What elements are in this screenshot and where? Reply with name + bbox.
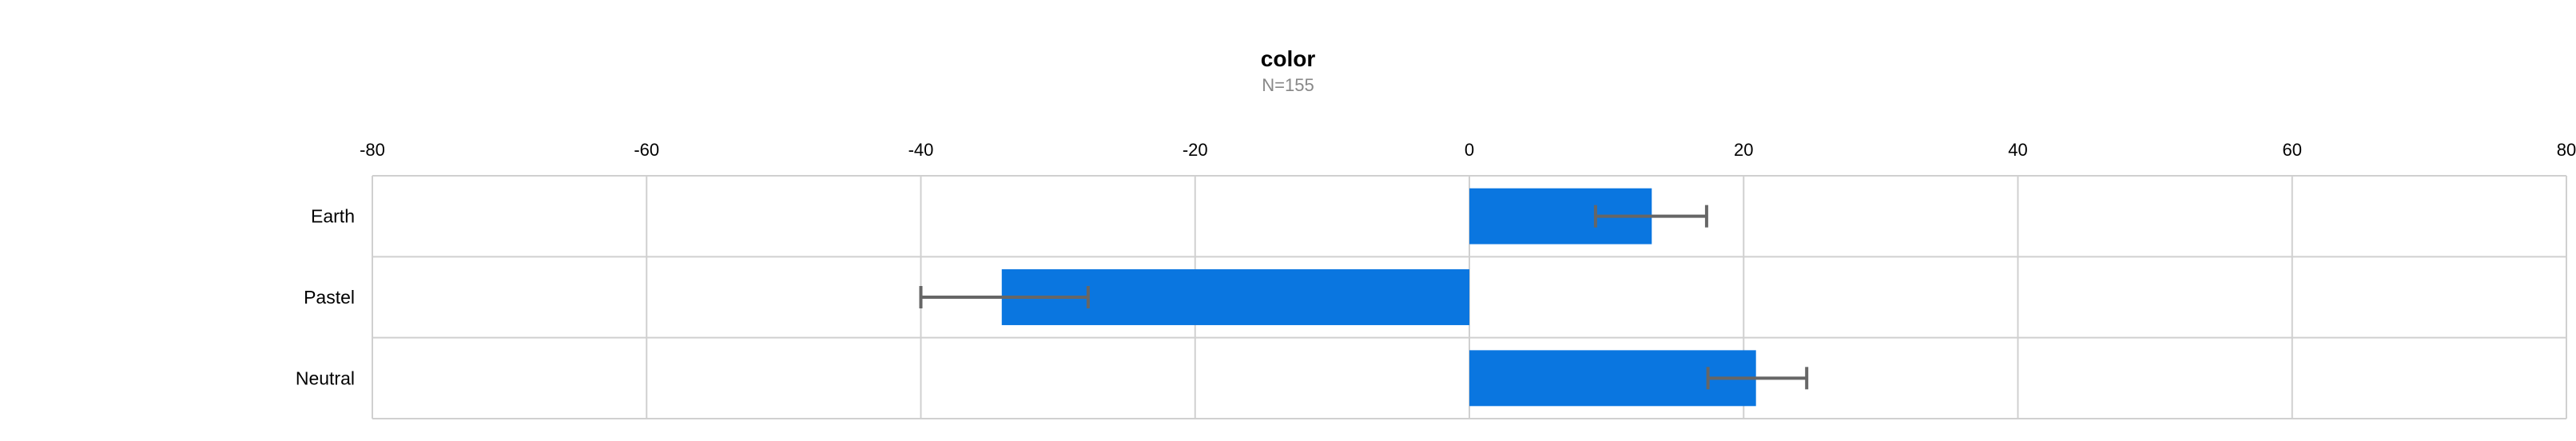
x-axis-ticks: -80 -60 -40 -20 0 20 40 60 80: [360, 140, 2576, 160]
bars: [1001, 188, 1756, 407]
x-tick-label: 80: [2557, 140, 2576, 160]
y-axis-categories: Earth Pastel Neutral: [296, 206, 355, 389]
x-tick-label: -20: [1183, 140, 1208, 160]
x-tick-label: -40: [908, 140, 934, 160]
x-tick-label: 40: [2008, 140, 2027, 160]
x-tick-label: -80: [360, 140, 385, 160]
plot-area: -80 -60 -40 -20 0 20 40 60 80 Earth Pastel Neutral: [296, 140, 2576, 419]
category-label: Pastel: [304, 287, 355, 308]
category-label: Neutral: [296, 368, 355, 388]
x-tick-label: 60: [2283, 140, 2302, 160]
category-label: Earth: [311, 206, 355, 227]
x-tick-label: 0: [1465, 140, 1474, 160]
x-tick-label: -60: [634, 140, 659, 160]
chart: color N=155 -80 -60 -40 -20 0 20 40 60 80 Earth P…: [0, 0, 2576, 441]
x-tick-label: 20: [1734, 140, 1753, 160]
